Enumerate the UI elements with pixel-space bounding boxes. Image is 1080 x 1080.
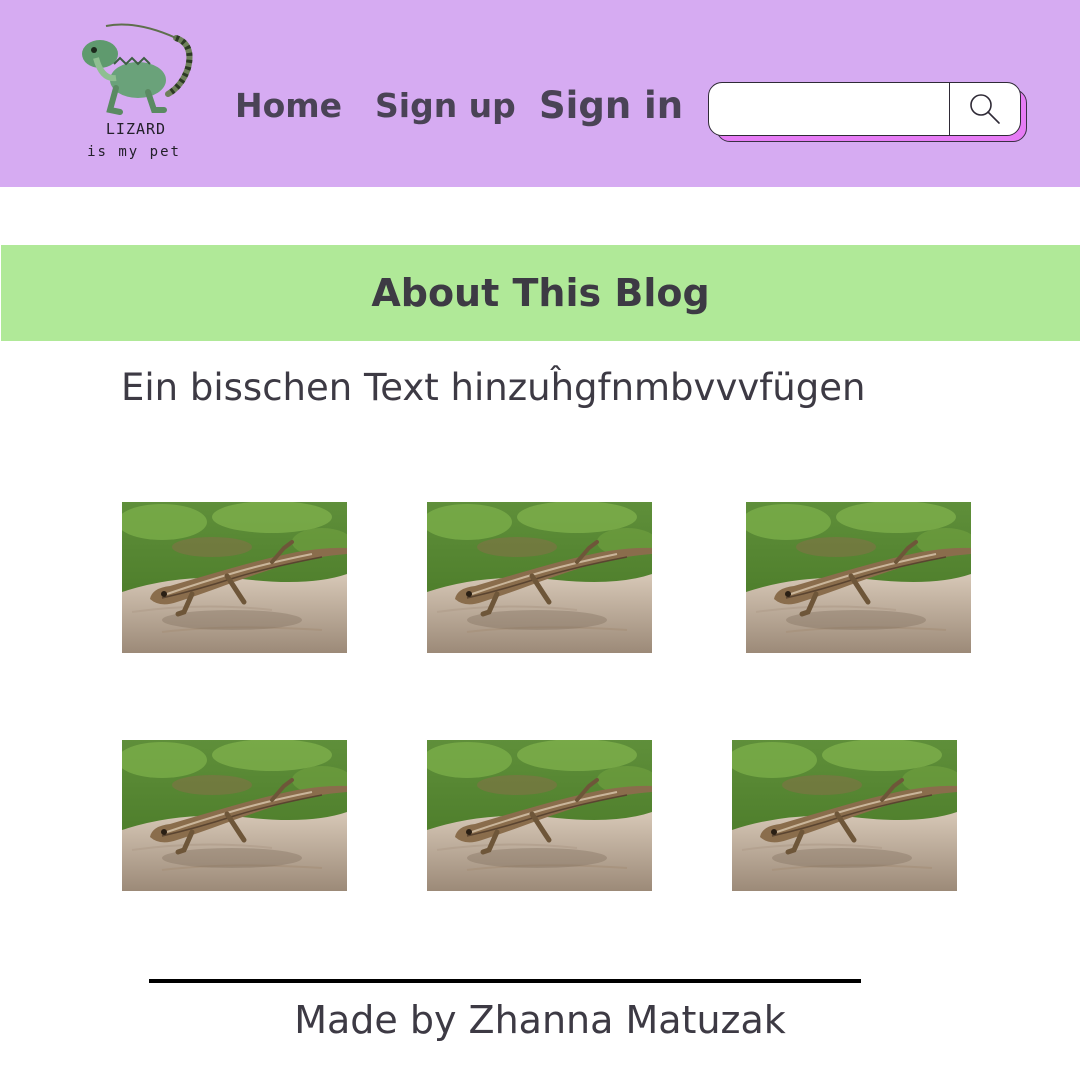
site-header: LIZARD is my pet Home Sign up Sign in — [0, 0, 1080, 187]
about-banner: About This Blog — [1, 245, 1080, 341]
gallery-photo[interactable] — [732, 740, 957, 891]
nav-sign-in[interactable]: Sign in — [539, 84, 683, 127]
footer-credit: Made by Zhanna Matuzak — [294, 998, 786, 1042]
logo-title: LIZARD — [105, 120, 167, 138]
footer-divider — [149, 979, 861, 983]
nav-home[interactable]: Home — [235, 86, 342, 125]
gallery-photo[interactable] — [746, 502, 971, 653]
logo[interactable]: LIZARD is my pet — [76, 18, 196, 168]
iguana-icon — [82, 23, 193, 115]
search-input[interactable] — [717, 89, 946, 131]
intro-text: Ein bisschen Text hinzuĥgfnmbvvvfügen — [121, 366, 866, 409]
logo-subtitle: is my pet — [87, 144, 181, 160]
gallery-photo[interactable] — [427, 740, 652, 891]
about-title: About This Blog — [371, 271, 710, 315]
search-button[interactable] — [950, 83, 1020, 135]
gallery-photo[interactable] — [122, 740, 347, 891]
search-icon — [970, 94, 1000, 124]
search-bar — [708, 82, 1021, 136]
gallery-photo[interactable] — [427, 502, 652, 653]
nav-sign-up[interactable]: Sign up — [375, 86, 516, 125]
gallery-photo[interactable] — [122, 502, 347, 653]
